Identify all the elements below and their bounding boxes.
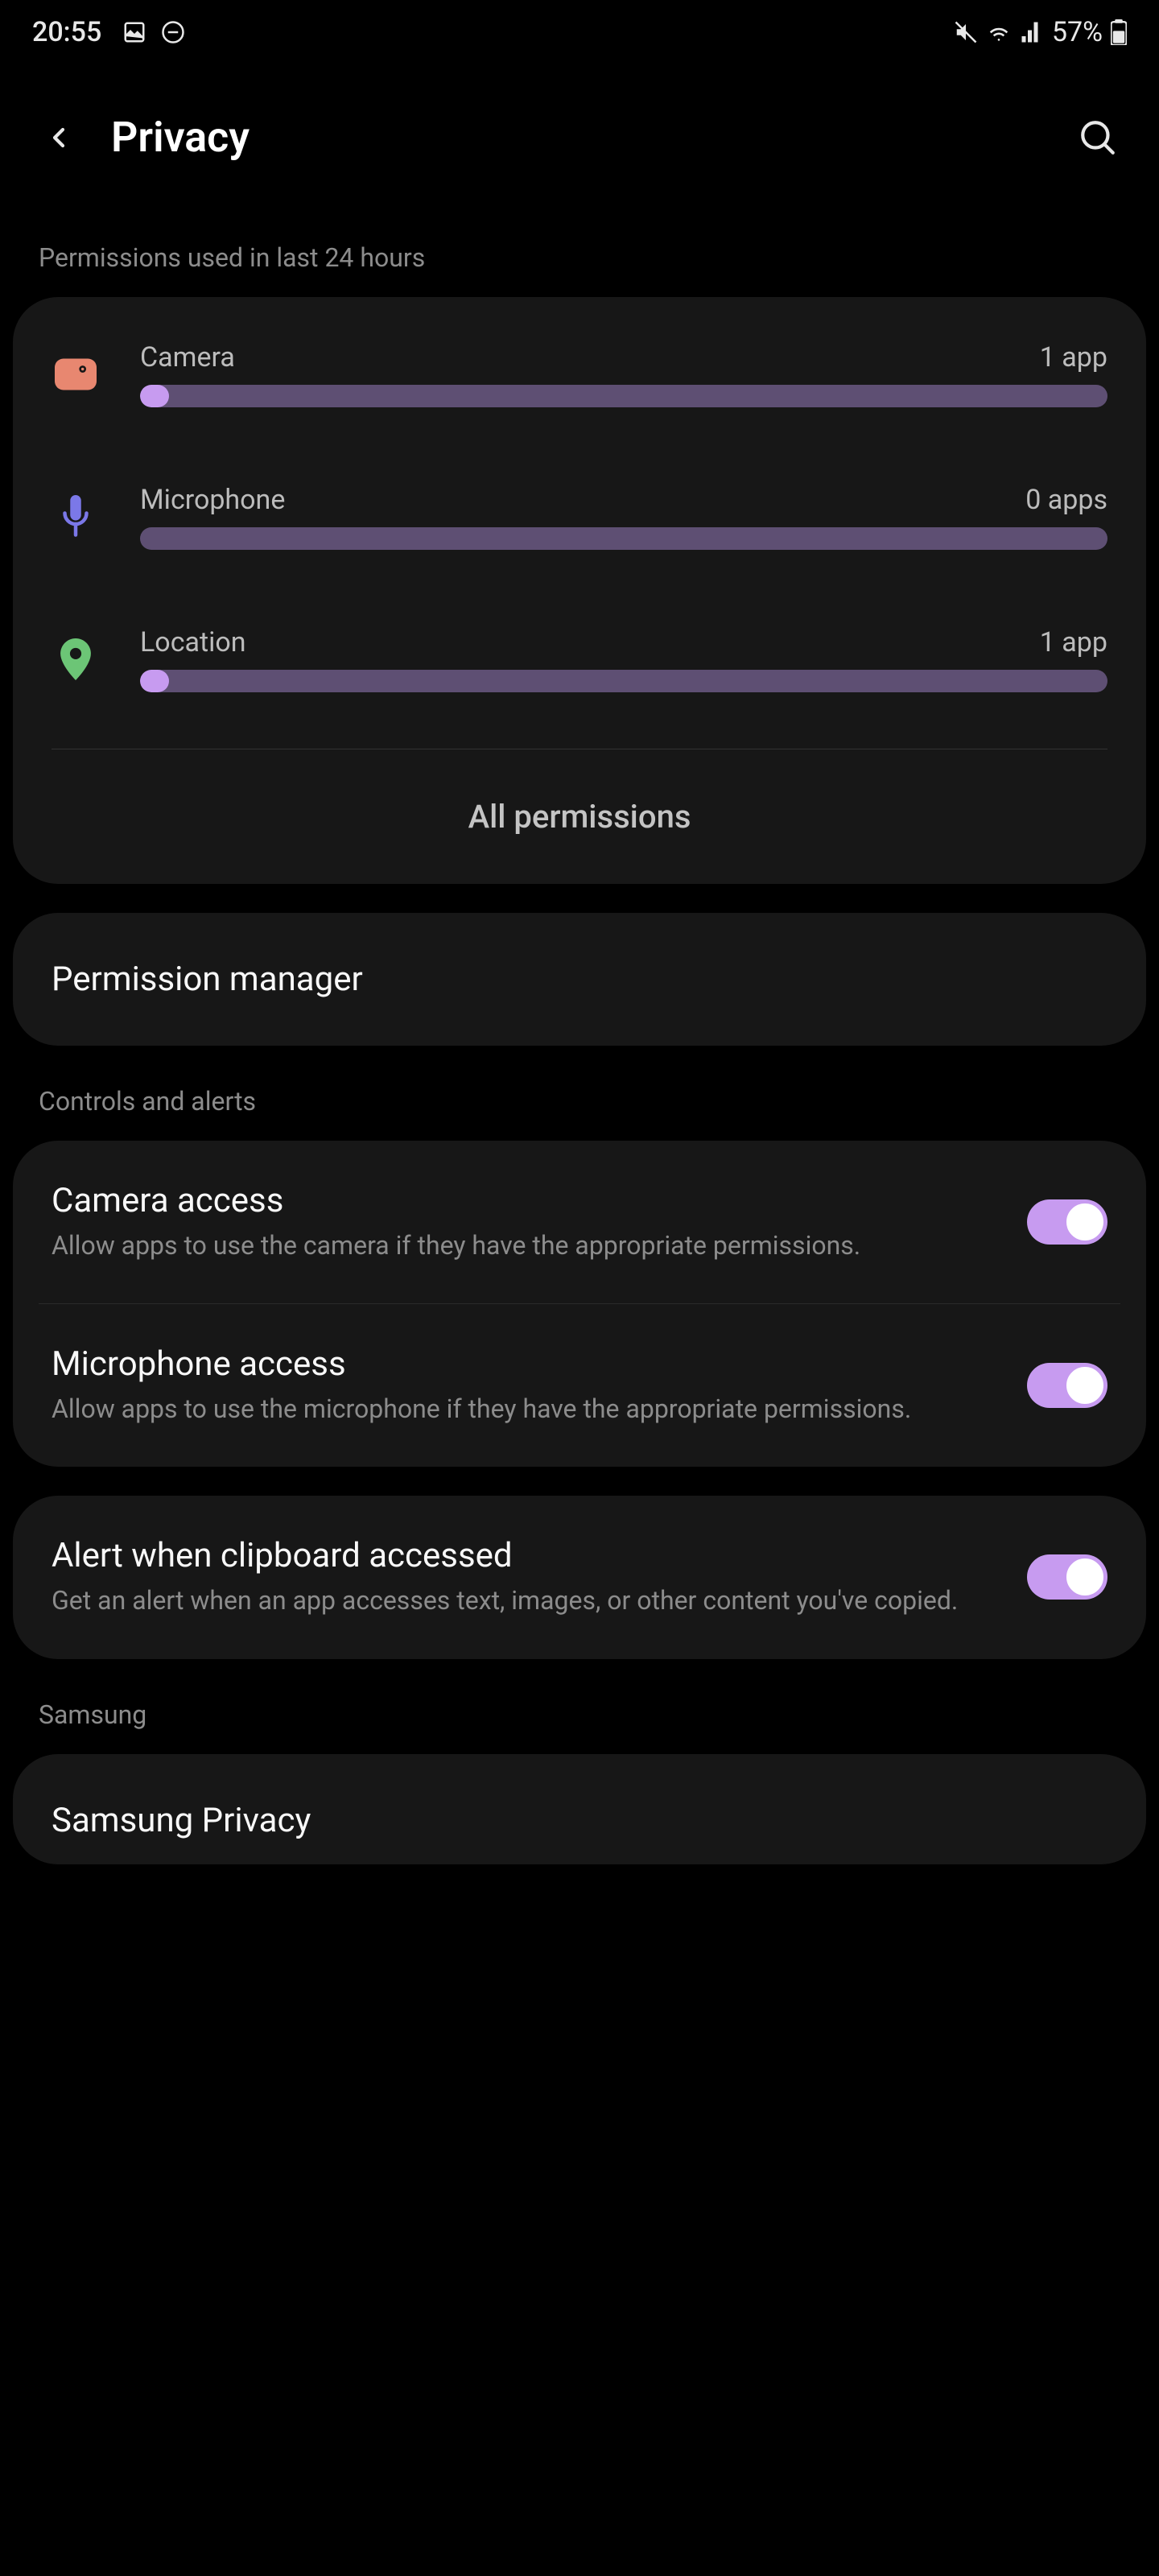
section-header-samsung: Samsung [0, 1659, 1159, 1754]
permissions-usage-card: Camera 1 app Microphone 0 apps [13, 297, 1146, 884]
permission-content: Microphone 0 apps [140, 484, 1107, 550]
toggle-title: Alert when clipboard accessed [52, 1536, 1003, 1575]
mute-icon [954, 20, 978, 44]
clipboard-alert-toggle[interactable] [1027, 1554, 1107, 1600]
permission-manager-card: Permission manager [13, 913, 1146, 1046]
status-left: 20:55 [32, 16, 185, 48]
permission-count: 0 apps [1025, 484, 1107, 516]
controls-card: Camera access Allow apps to use the came… [13, 1141, 1146, 1467]
battery-icon [1111, 19, 1127, 45]
search-button[interactable] [1075, 115, 1120, 160]
item-title: Samsung Privacy [52, 1801, 1107, 1840]
samsung-privacy-item[interactable]: Samsung Privacy [13, 1754, 1146, 1864]
permission-bar-fill [140, 385, 169, 407]
permission-bar-fill [140, 670, 169, 692]
toggle-title: Microphone access [52, 1344, 1003, 1384]
permission-count: 1 app [1040, 341, 1107, 374]
permission-manager-item[interactable]: Permission manager [13, 913, 1146, 1046]
toggle-knob [1065, 1202, 1105, 1242]
toggle-title: Camera access [52, 1181, 1003, 1220]
battery-percent: 57% [1052, 16, 1103, 48]
permission-row-microphone[interactable]: Microphone 0 apps [13, 440, 1146, 582]
section-header-controls: Controls and alerts [0, 1046, 1159, 1141]
permission-count: 1 app [1040, 626, 1107, 658]
microphone-access-toggle[interactable] [1027, 1363, 1107, 1408]
toggle-knob [1065, 1365, 1105, 1406]
status-bar: 20:55 57% [0, 0, 1159, 64]
wifi-icon [986, 19, 1012, 45]
clipboard-card: Alert when clipboard accessed Get an ale… [13, 1496, 1146, 1658]
clipboard-alert-item[interactable]: Alert when clipboard accessed Get an ale… [13, 1496, 1146, 1658]
permission-bar [140, 527, 1107, 550]
dnd-icon [161, 20, 185, 44]
toggle-desc: Allow apps to use the microphone if they… [52, 1392, 1003, 1426]
camera-access-toggle[interactable] [1027, 1199, 1107, 1245]
page-header: Privacy [0, 64, 1159, 194]
microphone-icon [52, 493, 100, 541]
picture-icon [122, 20, 146, 44]
microphone-access-item[interactable]: Microphone access Allow apps to use the … [13, 1304, 1146, 1467]
status-right: 57% [954, 16, 1127, 48]
all-permissions-button[interactable]: All permissions [13, 749, 1146, 884]
toggle-desc: Allow apps to use the camera if they hav… [52, 1228, 1003, 1263]
permission-bar [140, 670, 1107, 692]
section-header-permissions: Permissions used in last 24 hours [0, 194, 1159, 297]
permission-row-location[interactable]: Location 1 app [13, 582, 1146, 724]
page-title: Privacy [111, 113, 1043, 162]
permission-name: Location [140, 626, 246, 658]
item-title: Permission manager [52, 960, 1107, 999]
camera-access-item[interactable]: Camera access Allow apps to use the came… [13, 1141, 1146, 1303]
permission-content: Location 1 app [140, 626, 1107, 692]
permission-name: Camera [140, 341, 235, 374]
toggle-desc: Get an alert when an app accesses text, … [52, 1583, 1003, 1618]
samsung-card: Samsung Privacy [13, 1754, 1146, 1864]
permission-name: Microphone [140, 484, 285, 516]
clock: 20:55 [32, 16, 101, 48]
toggle-knob [1065, 1557, 1105, 1597]
signal-icon [1020, 20, 1044, 44]
camera-icon [52, 350, 100, 398]
permission-content: Camera 1 app [140, 341, 1107, 407]
back-button[interactable] [39, 118, 79, 158]
location-icon [52, 635, 100, 683]
permission-bar [140, 385, 1107, 407]
permission-row-camera[interactable]: Camera 1 app [13, 297, 1146, 440]
